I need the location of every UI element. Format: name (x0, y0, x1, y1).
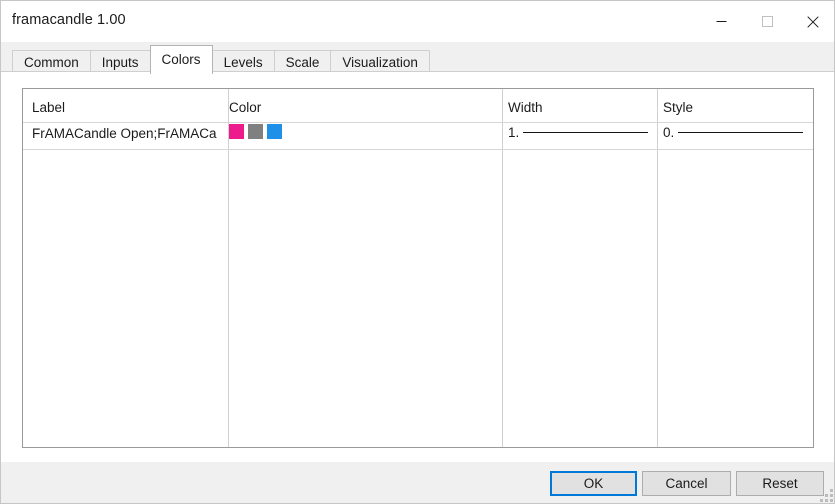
header-separator (23, 122, 813, 123)
column-header-width[interactable]: Width (508, 100, 648, 115)
style-value: 0. (663, 125, 675, 140)
minimize-button[interactable] (698, 1, 744, 42)
color-swatch-1[interactable] (229, 124, 244, 139)
close-icon (807, 15, 819, 28)
color-swatch-3[interactable] (267, 124, 282, 139)
column-divider-label-color[interactable] (228, 89, 229, 447)
cell-width[interactable]: 1. (508, 125, 648, 140)
reset-button[interactable]: Reset (736, 471, 824, 496)
ok-button[interactable]: OK (550, 471, 637, 496)
column-divider-color-width[interactable] (502, 89, 503, 447)
tab-strip: Common Inputs Colors Levels Scale Visual… (1, 42, 834, 74)
title-bar: framacandle 1.00 (1, 1, 834, 42)
row-separator (23, 149, 813, 150)
close-button[interactable] (790, 1, 834, 42)
tab-colors[interactable]: Colors (149, 45, 213, 74)
cell-style[interactable]: 0. (663, 125, 803, 140)
column-divider-width-style[interactable] (657, 89, 658, 447)
window-title: framacandle 1.00 (12, 12, 126, 28)
maximize-button[interactable] (744, 1, 790, 42)
width-value: 1. (508, 125, 520, 140)
style-line-preview (678, 132, 803, 133)
column-header-label[interactable]: Label (32, 100, 217, 115)
column-header-style[interactable]: Style (663, 100, 803, 115)
color-swatch-2[interactable] (248, 124, 263, 139)
cell-label[interactable]: FrAMACandle Open;FrAMACan... (32, 126, 217, 141)
minimize-icon (716, 21, 726, 22)
window-controls (698, 1, 834, 42)
column-header-color[interactable]: Color (229, 100, 494, 115)
cell-color-swatches[interactable] (229, 124, 282, 139)
cancel-button[interactable]: Cancel (642, 471, 731, 496)
dialog-window: framacandle 1.00 Common Inputs Colors Le… (0, 0, 835, 504)
resize-grip-icon[interactable] (820, 489, 833, 502)
maximize-icon (761, 16, 773, 27)
dialog-footer: OK Cancel Reset (1, 462, 834, 503)
width-line-preview (523, 132, 648, 133)
tab-panel-colors: Label Color Width Style FrAMACandle Open… (1, 71, 834, 462)
tab-list: Common Inputs Colors Levels Scale Visual… (12, 45, 430, 74)
colors-grid[interactable]: Label Color Width Style FrAMACandle Open… (22, 88, 814, 448)
